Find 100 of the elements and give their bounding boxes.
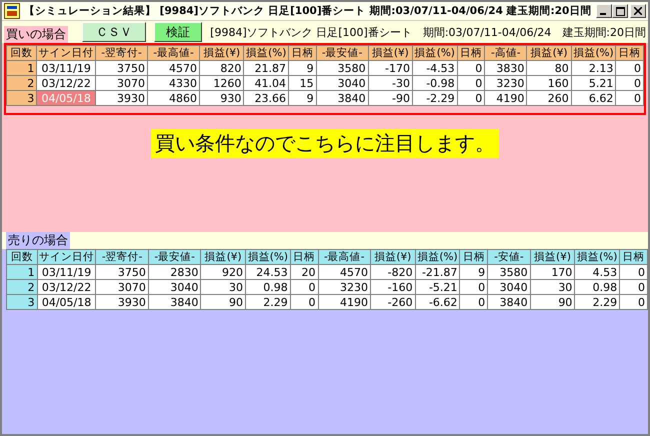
info-text: [9984]ソフトバンク 日足[100]番シート 期間:03/07/11-04/06/24 建玉期間:20日間 [210,25,646,40]
table-cell: -260 [370,294,416,310]
table-cell: 0 [620,294,648,310]
table-cell: 2.29 [574,294,620,310]
table-cell: 04/05/18 [36,90,96,106]
table-cell: -2.29 [412,90,458,106]
table-cell: 41.04 [244,76,289,90]
table-cell: 03/12/22 [37,280,96,294]
column-header: -最安値- [148,250,201,264]
table-cell: -6.62 [415,294,460,310]
column-header: 損益(%) [245,250,290,264]
table-cell: 4860 [148,90,200,106]
maximize-icon [616,6,624,16]
column-header: -安値- [488,250,530,264]
table-cell: 0 [460,280,488,294]
table-cell: 0 [290,294,318,310]
table-cell: 4570 [318,264,370,280]
table-cell: 2 [6,76,37,90]
table-cell: 30 [530,280,575,294]
table-cell: 3830 [484,60,527,76]
maximize-button[interactable] [612,4,628,18]
table-cell: 4.53 [574,264,620,280]
table-cell: -90 [368,90,412,106]
section-label: 売りの場合 [6,232,70,249]
column-header: 損益(¥) [200,46,244,60]
table-cell: 6.62 [571,90,616,106]
table-cell: 2830 [148,264,201,280]
table-cell: -30 [368,76,412,90]
table-cell: -4.53 [412,60,458,76]
column-header: 日柄 [288,46,316,60]
table-cell: 3840 [488,294,530,310]
table-cell: 80 [526,60,572,76]
table-cell: 4190 [484,90,527,106]
column-header: -翌寄付- [96,250,148,264]
table-cell: 3 [6,294,38,310]
table-cell: 90 [530,294,575,310]
table-cell: 9 [288,60,316,76]
minimize-button[interactable] [596,4,612,18]
table-cell: -21.87 [415,264,460,280]
table-cell: 9 [460,264,488,280]
table-cell: -5.21 [415,280,460,294]
table-cell: -0.98 [412,76,458,90]
column-header: 損益(%) [574,250,620,264]
column-header: 損益(%) [244,46,289,60]
table-cell: 0 [620,264,648,280]
table-cell: 0 [457,60,485,76]
table-cell: 03/11/19 [36,60,96,76]
close-button[interactable] [630,4,646,18]
table-cell: 930 [200,90,244,106]
toolbar-button[interactable]: ＣＳＶ [82,22,146,42]
column-header: サイン日付 [37,250,96,264]
table-cell: 1 [6,60,37,76]
column-header: 損益(¥) [200,250,246,264]
table-cell: 3580 [316,60,368,76]
table-cell: 3040 [488,280,530,294]
table-cell: 3750 [96,264,148,280]
column-header: 日柄 [616,46,644,60]
table-cell: 30 [200,280,246,294]
column-header: 日柄 [290,250,318,264]
column-header: -最高値- [148,46,200,60]
table-cell: 0.98 [574,280,620,294]
table-cell: 3840 [316,90,368,106]
toolbar-button[interactable]: 検証 [154,22,202,42]
table-cell: 3230 [484,76,527,90]
table-cell: 160 [526,76,572,90]
column-header: 日柄 [460,250,488,264]
close-icon [634,7,642,15]
column-header: -最安値- [316,46,368,60]
column-header: 損益(%) [412,46,458,60]
column-header: 回数 [6,46,37,60]
table-cell: 5.21 [571,76,616,90]
table-cell: 15 [288,76,316,90]
table-cell: 2.29 [245,294,290,310]
table-cell: 4190 [318,294,370,310]
table-cell: 1 [6,264,38,280]
table-cell: 4570 [148,60,200,76]
table-cell: 9 [288,90,316,106]
table-cell: 3750 [96,60,148,76]
column-header: 損益(%) [415,250,460,264]
table-cell: 3040 [316,76,368,90]
table-cell: 24.53 [245,264,290,280]
table-cell: 3930 [96,90,148,106]
table-cell: 23.66 [244,90,289,106]
app-icon [4,3,20,19]
table-cell: 3840 [148,294,201,310]
column-header: 日柄 [457,46,485,60]
table-cell: 3070 [96,76,148,90]
table-cell: 0 [616,76,644,90]
column-header: 日柄 [620,250,648,264]
column-header: サイン日付 [36,46,96,60]
table-cell: 03/11/19 [37,264,96,280]
table-cell: -170 [368,60,412,76]
table-cell: 90 [200,294,246,310]
column-header: 回数 [6,250,38,264]
table-cell: 0 [457,90,485,106]
table-cell: 3 [6,90,37,106]
table-cell: 3230 [318,280,370,294]
table-cell: 1260 [200,76,244,90]
table-cell: 0 [620,280,648,294]
annotation-callout: 買い条件なのでこちらに注目します。 [151,129,499,158]
